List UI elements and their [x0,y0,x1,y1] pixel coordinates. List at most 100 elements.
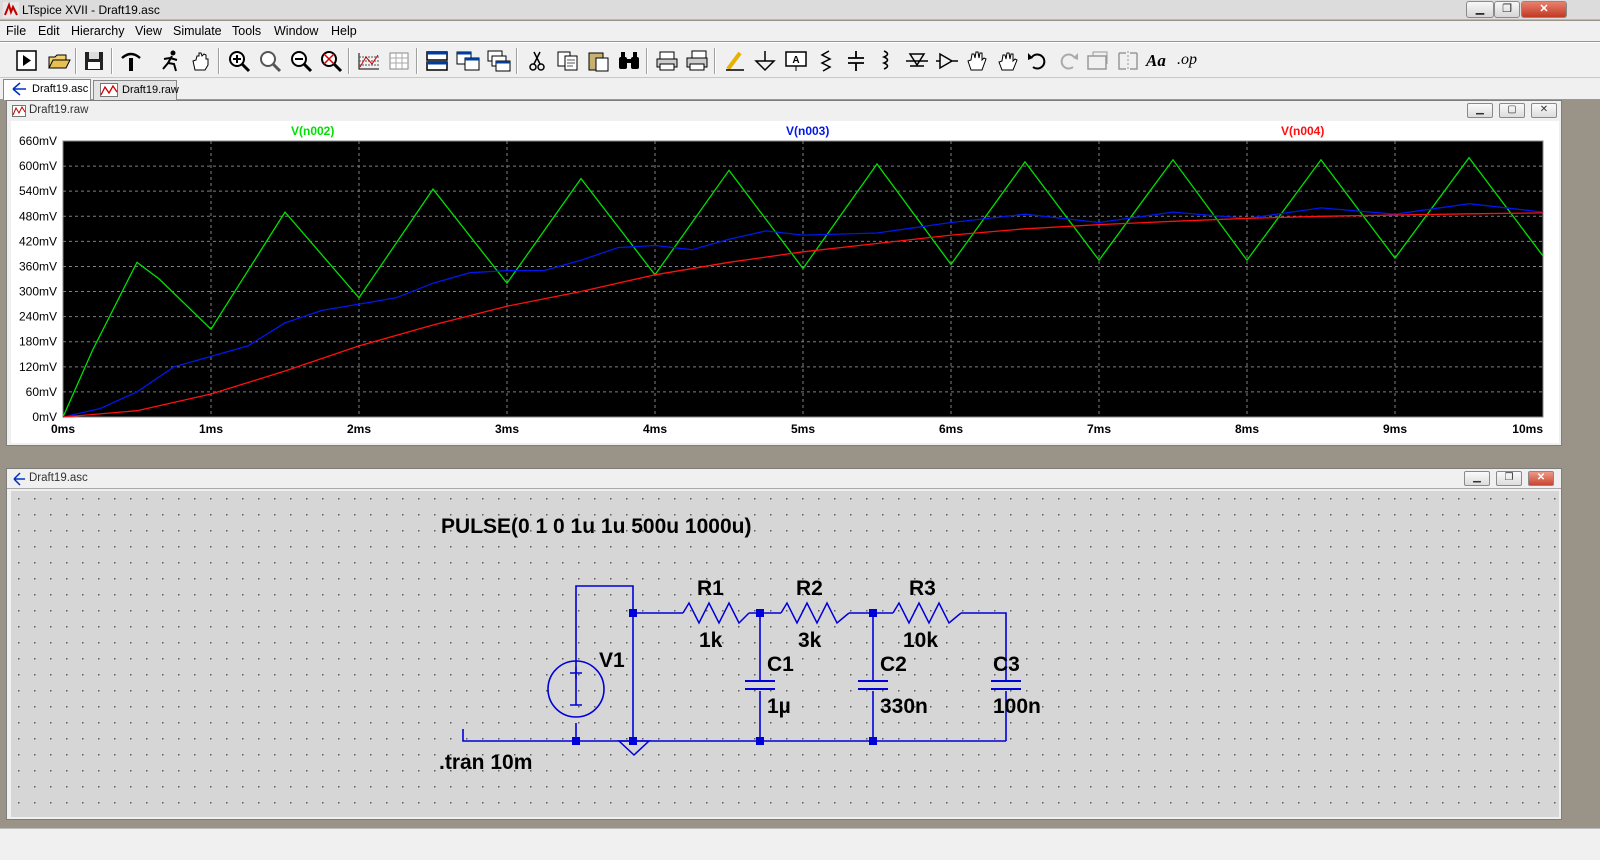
run-icon[interactable] [14,49,40,73]
zoom-in-icon[interactable] [226,49,252,73]
waveform-plot[interactable]: 0mV60mV120mV180mV240mV300mV360mV420mV480… [11,121,1559,443]
x-tick-label: 7ms [1087,422,1111,436]
diode-icon[interactable] [904,49,930,73]
legend-v-n002[interactable]: V(n002) [291,124,334,138]
ltspice-logo-icon [3,2,19,18]
status-bar [0,828,1600,860]
y-tick-label: 360mV [19,259,57,273]
grid-icon[interactable] [386,49,412,73]
schematic-canvas[interactable]: PULSE(0 1 0 1u 1u 500u 1000u) .tran 10m … [11,491,1559,817]
capacitor-icon[interactable] [843,49,869,73]
schematic-drawing[interactable]: PULSE(0 1 0 1u 1u 500u 1000u) .tran 10m … [11,491,1559,817]
menu-hierarchy[interactable]: Hierarchy [71,24,125,38]
menu-tools[interactable]: Tools [232,24,261,38]
open-icon[interactable] [46,49,72,73]
waveform-maximize-button[interactable]: ▢ [1499,103,1525,118]
cascade-icon[interactable] [486,49,512,73]
tran-directive[interactable]: .tran 10m [439,751,532,774]
save-icon[interactable] [82,49,108,73]
r3-name-label[interactable]: R3 [909,577,936,600]
y-tick-label: 600mV [19,159,57,173]
tab-draft19-raw[interactable]: Draft19.raw [93,80,179,100]
pan-hand-icon[interactable] [188,49,214,73]
rotate-icon[interactable] [1085,49,1111,73]
toolbar-separator [646,48,648,74]
r2-value-label[interactable]: 3k [798,629,822,652]
x-tick-label: 6ms [939,422,963,436]
waveform-close-button[interactable]: ✕ [1531,103,1557,118]
text-button[interactable]: Aa [1146,49,1172,73]
schematic-maximize-button[interactable]: ❐ [1496,471,1522,486]
mirror-icon[interactable] [1115,49,1141,73]
legend-v-n003[interactable]: V(n003) [786,124,829,138]
tile-horizontal-icon[interactable] [424,49,450,73]
tab-label: Draft19.raw [122,84,179,96]
c2-value-label[interactable]: 330n [880,695,928,718]
print-setup-icon[interactable] [684,49,710,73]
legend-v-n004[interactable]: V(n004) [1281,124,1324,138]
waveform-pane[interactable]: 0mV 60mV 120mV 180mV 240mV 300mV 360mV 420mV 480… [11,121,1559,443]
r1-value-label[interactable]: 1k [699,629,723,652]
autorange-icon[interactable] [356,49,382,73]
tile-vertical-icon[interactable] [455,49,481,73]
spice-directive-button[interactable]: .op [1177,49,1203,73]
c2-name-label[interactable]: C2 [880,653,907,676]
c1-value-label[interactable]: 1µ [767,695,791,718]
r1-name-label[interactable]: R1 [697,577,724,600]
resistor-icon[interactable] [813,49,839,73]
waveform-minimize-button[interactable]: ▁ [1467,103,1493,118]
wire-icon[interactable] [722,49,748,73]
source-value-label[interactable]: PULSE(0 1 0 1u 1u 500u 1000u) [441,515,751,538]
schematic-close-button[interactable]: ✕ [1528,471,1554,486]
v1-name-label[interactable]: V1 [599,649,625,672]
schematic-icon [13,472,25,486]
schematic-icon [12,82,26,96]
x-tick-label: 9ms [1383,422,1407,436]
zoom-fit-icon[interactable] [318,49,344,73]
menu-file[interactable]: File [6,24,26,38]
toolbar: A Aa .op [0,42,1600,78]
tab-draft19-asc[interactable]: Draft19.asc [3,79,91,100]
document-tabs: Draft19.asc Draft19.raw [0,78,1600,100]
menu-edit[interactable]: Edit [38,24,60,38]
close-button[interactable]: ✕ [1521,1,1567,18]
ground-icon[interactable] [752,49,778,73]
y-tick-label: 420mV [19,234,57,248]
schematic-minimize-button[interactable]: ▁ [1464,471,1490,486]
r2-name-label[interactable]: R2 [796,577,823,600]
print-icon[interactable] [654,49,680,73]
run-man-icon[interactable] [158,49,184,73]
toolbar-separator [348,48,350,74]
x-tick-label: 4ms [643,422,667,436]
svg-text:A: A [792,55,799,66]
c3-name-label[interactable]: C3 [993,653,1020,676]
menu-simulate[interactable]: Simulate [173,24,222,38]
component-icon[interactable] [934,49,960,73]
toolbar-separator [111,48,113,74]
paste-icon[interactable] [586,49,612,73]
zoom-out-icon[interactable] [288,49,314,73]
redo-icon[interactable] [1055,49,1081,73]
menu-window[interactable]: Window [274,24,318,38]
zoom-area-icon[interactable] [257,49,283,73]
x-tick-label: 1ms [199,422,223,436]
cut-icon[interactable] [524,49,550,73]
c3-value-label[interactable]: 100n [993,695,1041,718]
minimize-button[interactable]: ▁ [1466,1,1494,18]
undo-icon[interactable] [1025,49,1051,73]
restore-button[interactable]: ❐ [1494,1,1520,18]
control-panel-icon[interactable] [118,49,144,73]
window-title: LTspice XVII - Draft19.asc [22,3,160,17]
r3-value-label[interactable]: 10k [903,629,938,652]
move-icon[interactable] [964,49,990,73]
menu-view[interactable]: View [135,24,162,38]
inductor-icon[interactable] [873,49,899,73]
drag-icon[interactable] [994,49,1020,73]
toolbar-separator [218,48,220,74]
copy-icon[interactable] [555,49,581,73]
find-icon[interactable] [616,49,642,73]
menu-help[interactable]: Help [331,24,357,38]
label-net-icon[interactable]: A [783,49,809,73]
y-tick-label: 120mV [19,360,57,374]
c1-name-label[interactable]: C1 [767,653,794,676]
